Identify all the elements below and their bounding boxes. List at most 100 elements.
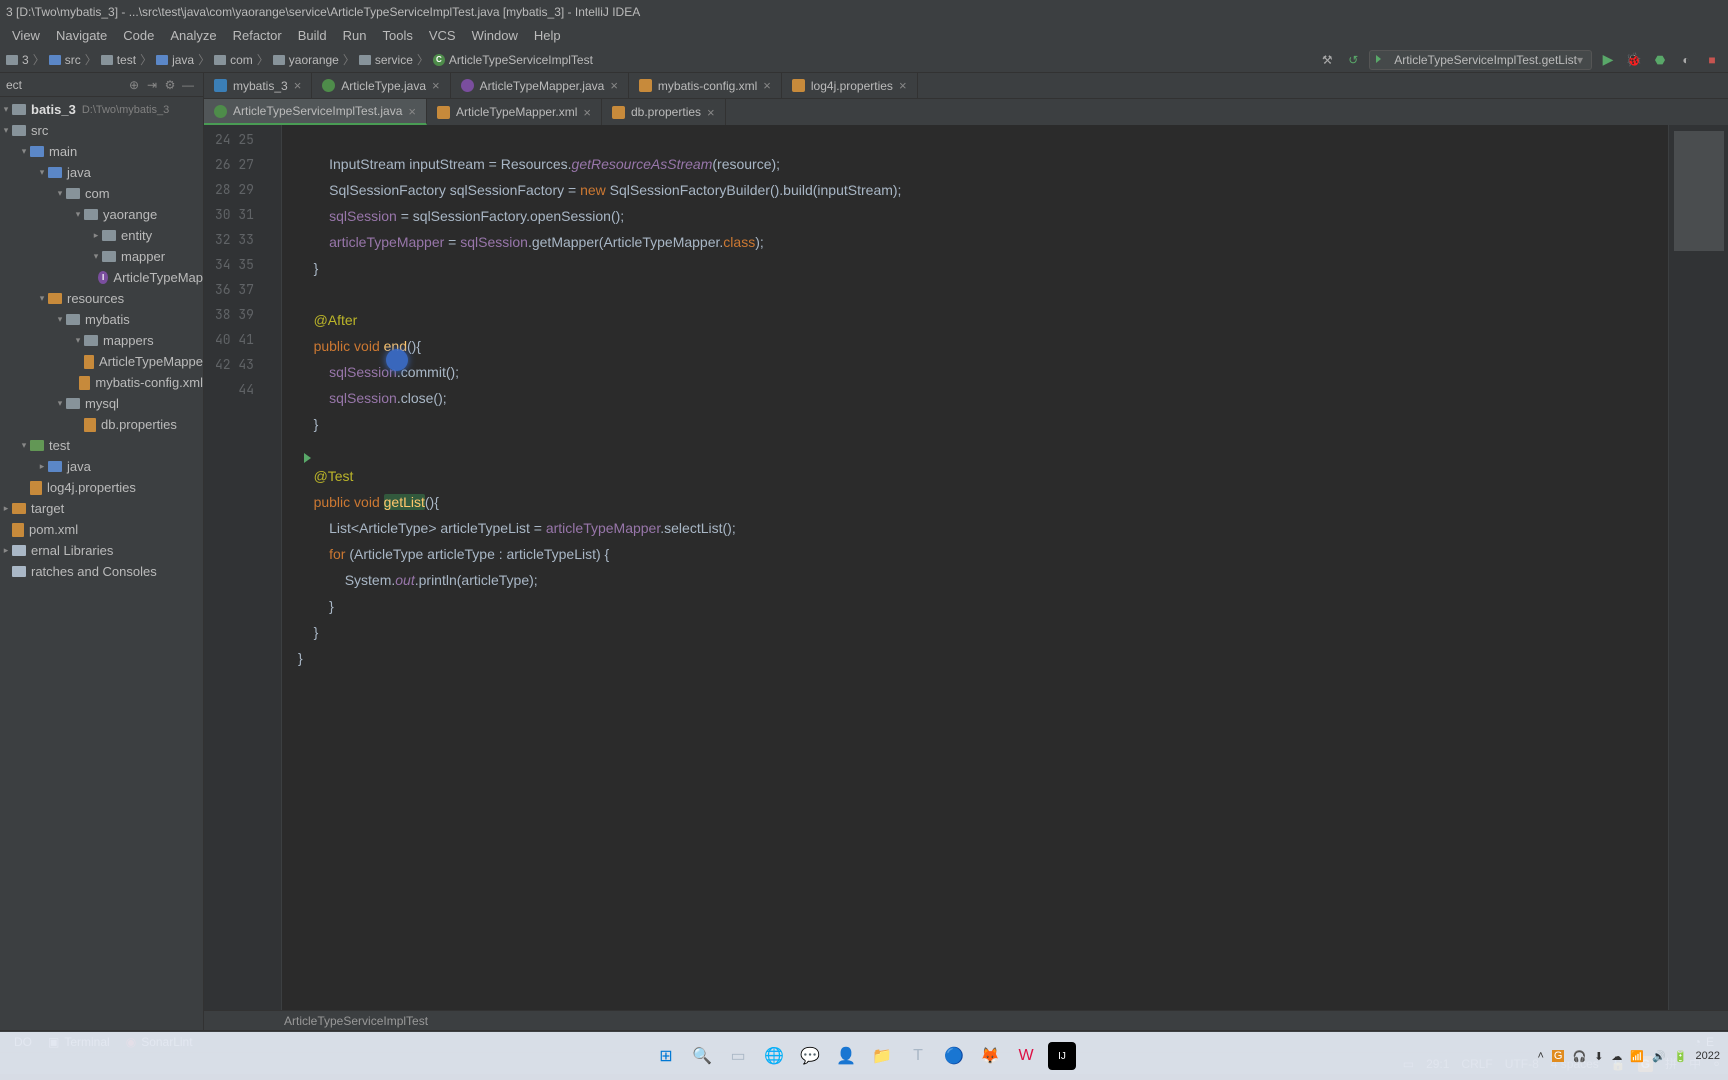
tree-row[interactable]: ▾mappers (0, 330, 203, 351)
coverage-button[interactable]: ⬣ (1650, 50, 1670, 70)
settings-icon[interactable]: ⚙ (161, 76, 179, 94)
tree-row[interactable]: ▾main (0, 141, 203, 162)
expand-arrow-icon[interactable]: ▸ (36, 461, 48, 472)
tree-row[interactable]: ratches and Consoles (0, 561, 203, 582)
close-tab-icon[interactable]: × (707, 105, 715, 120)
tree-row[interactable]: ▾mybatis (0, 309, 203, 330)
tray-download-icon[interactable]: ⬇ (1594, 1050, 1603, 1063)
close-tab-icon[interactable]: × (408, 104, 416, 119)
expand-arrow-icon[interactable]: ▸ (0, 503, 12, 514)
tray-headphones-icon[interactable]: 🎧 (1572, 1050, 1586, 1063)
crumb-test[interactable]: test (101, 53, 136, 67)
crumb-class[interactable]: CArticleTypeServiceImplTest (433, 53, 593, 67)
expand-arrow-icon[interactable]: ▸ (0, 545, 12, 556)
expand-arrow-icon[interactable]: ▾ (90, 251, 102, 262)
tray-volume-icon[interactable]: 🔊 (1652, 1050, 1666, 1063)
menu-run[interactable]: Run (335, 25, 375, 46)
expand-arrow-icon[interactable]: ▾ (72, 335, 84, 346)
close-tab-icon[interactable]: × (432, 78, 440, 93)
menu-view[interactable]: View (4, 25, 48, 46)
select-opened-file-icon[interactable]: ⊕ (125, 76, 143, 94)
expand-arrow-icon[interactable]: ▾ (54, 398, 66, 409)
hide-icon[interactable]: — (179, 76, 197, 94)
tray-cloud-icon[interactable]: ☁ (1611, 1050, 1622, 1063)
expand-arrow-icon[interactable]: ▾ (72, 209, 84, 220)
editor-tab[interactable]: log4j.properties× (782, 73, 918, 98)
editor-tab[interactable]: db.properties× (602, 99, 726, 125)
crumb-yaorange[interactable]: yaorange (273, 53, 339, 67)
crumb-java[interactable]: java (156, 53, 194, 67)
run-config-selector[interactable]: ArticleTypeServiceImplTest.getList ▾ (1369, 50, 1592, 70)
expand-arrow-icon[interactable]: ▾ (54, 188, 66, 199)
start-button[interactable]: ⊞ (652, 1042, 680, 1070)
run-button[interactable]: ▶ (1598, 50, 1618, 70)
intellij-icon[interactable]: IJ (1048, 1042, 1076, 1070)
project-tree[interactable]: ▾ batis_3 D:\Two\mybatis_3 ▾src▾main▾jav… (0, 97, 203, 1030)
menu-navigate[interactable]: Navigate (48, 25, 115, 46)
expand-arrow-icon[interactable]: ▾ (0, 104, 12, 115)
editor-tab[interactable]: ArticleType.java× (312, 73, 450, 98)
avatar-icon[interactable]: 👤 (832, 1042, 860, 1070)
editor-tab[interactable]: ArticleTypeServiceImplTest.java× (204, 99, 427, 125)
tray-battery-icon[interactable]: 🔋 (1674, 1050, 1688, 1063)
tray-chevron-up-icon[interactable]: ˄ (1537, 1050, 1543, 1062)
tree-row[interactable]: pom.xml (0, 519, 203, 540)
menu-build[interactable]: Build (290, 25, 335, 46)
task-view-icon[interactable]: ▭ (724, 1042, 752, 1070)
crumb-root[interactable]: 3 (6, 53, 29, 67)
editor-minimap[interactable] (1668, 125, 1728, 1010)
crumb-com[interactable]: com (214, 53, 253, 67)
tree-row[interactable]: ▾resources (0, 288, 203, 309)
menu-window[interactable]: Window (464, 25, 526, 46)
tree-row[interactable]: ▸target (0, 498, 203, 519)
expand-arrow-icon[interactable]: ▸ (90, 230, 102, 241)
tree-row[interactable]: ▾src (0, 120, 203, 141)
tray-clock[interactable]: 2022 (1696, 1050, 1720, 1062)
close-tab-icon[interactable]: × (899, 78, 907, 93)
expand-arrow-icon[interactable]: ▾ (18, 440, 30, 451)
tray-ime-icon[interactable]: G (1552, 1050, 1565, 1062)
expand-arrow-icon[interactable]: ▾ (36, 167, 48, 178)
wps-icon[interactable]: W (1012, 1042, 1040, 1070)
stop-button[interactable]: ■ (1702, 50, 1722, 70)
menu-refactor[interactable]: Refactor (225, 25, 290, 46)
text-app-icon[interactable]: T (904, 1042, 932, 1070)
close-tab-icon[interactable]: × (294, 78, 302, 93)
app-icon[interactable]: 🦊 (976, 1042, 1004, 1070)
tree-row[interactable]: mybatis-config.xml (0, 372, 203, 393)
build-icon[interactable]: ⚒ (1317, 50, 1337, 70)
code-editor[interactable]: InputStream inputStream = Resources.getR… (264, 125, 1668, 1010)
menu-code[interactable]: Code (115, 25, 162, 46)
editor-tab[interactable]: ArticleTypeMapper.xml× (427, 99, 602, 125)
search-icon[interactable]: 🔍 (688, 1042, 716, 1070)
editor-tab[interactable]: ArticleTypeMapper.java× (451, 73, 629, 98)
crumb-src[interactable]: src (49, 53, 81, 67)
tray-wifi-icon[interactable]: 📶 (1630, 1050, 1644, 1063)
close-tab-icon[interactable]: × (583, 105, 591, 120)
explorer-icon[interactable]: 📁 (868, 1042, 896, 1070)
expand-arrow-icon[interactable]: ▾ (36, 293, 48, 304)
tree-row[interactable]: ▾mapper (0, 246, 203, 267)
expand-arrow-icon[interactable]: ▾ (18, 146, 30, 157)
menu-analyze[interactable]: Analyze (162, 25, 224, 46)
debug-button[interactable]: 🐞 (1624, 50, 1644, 70)
close-tab-icon[interactable]: × (763, 78, 771, 93)
tree-row[interactable]: ▾mysql (0, 393, 203, 414)
profiler-button[interactable]: ◐ (1676, 50, 1696, 70)
menu-tools[interactable]: Tools (375, 25, 421, 46)
tree-row[interactable]: ▾yaorange (0, 204, 203, 225)
tree-row[interactable]: ArticleTypeMappe (0, 351, 203, 372)
tree-root[interactable]: ▾ batis_3 D:\Two\mybatis_3 (0, 99, 203, 120)
collapse-all-icon[interactable]: ⇥ (143, 76, 161, 94)
tree-row[interactable]: log4j.properties (0, 477, 203, 498)
expand-arrow-icon[interactable]: ▾ (54, 314, 66, 325)
crumb-service[interactable]: service (359, 53, 413, 67)
tree-row[interactable]: ▸ernal Libraries (0, 540, 203, 561)
tree-row[interactable]: ▾com (0, 183, 203, 204)
tree-row[interactable]: ▸java (0, 456, 203, 477)
tree-row[interactable]: ▸entity (0, 225, 203, 246)
menu-vcs[interactable]: VCS (421, 25, 464, 46)
tree-row[interactable]: ▾test (0, 435, 203, 456)
edge-icon[interactable]: 🌐 (760, 1042, 788, 1070)
tree-row[interactable]: IArticleTypeMap (0, 267, 203, 288)
